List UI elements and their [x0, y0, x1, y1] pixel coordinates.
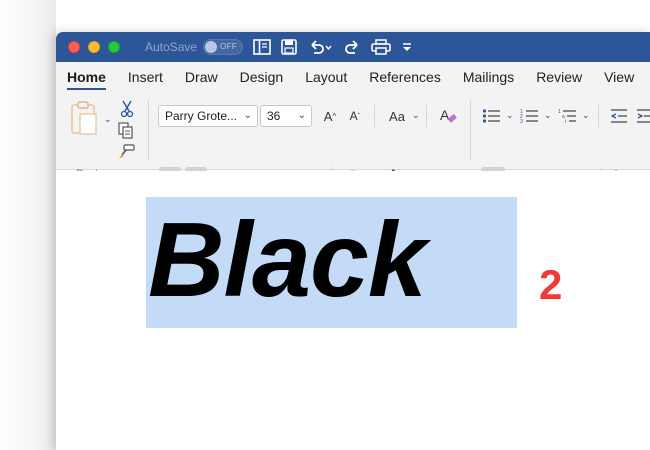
grow-font-label: A — [323, 108, 333, 124]
ribbon-separator — [374, 105, 375, 127]
svg-text:1: 1 — [558, 109, 561, 115]
svg-text:i: i — [565, 119, 566, 124]
ribbon-separator — [148, 100, 149, 160]
font-size-dropdown[interactable]: 36 ⌄ — [260, 105, 312, 127]
multilevel-list-icon[interactable]: 1 a i — [558, 108, 578, 124]
quick-access-toolbar — [253, 39, 413, 55]
copy-icon[interactable] — [118, 122, 134, 140]
selected-word[interactable]: Black — [148, 205, 427, 315]
tab-design[interactable]: Design — [229, 62, 295, 92]
change-case-label: Aa — [389, 108, 405, 124]
document-canvas[interactable]: Black 2 — [56, 171, 650, 450]
word-window: AutoSave OFF Home Insert Draw Design Lay… — [56, 32, 650, 450]
save-icon[interactable] — [281, 39, 297, 55]
shrink-font-button[interactable]: Aˇ — [344, 105, 366, 127]
change-case-button[interactable]: Aa — [384, 105, 410, 127]
undo-icon[interactable] — [307, 39, 333, 55]
ribbon-separator — [426, 105, 427, 127]
font-name-value: Parry Grote... — [165, 109, 238, 123]
tab-draw[interactable]: Draw — [174, 62, 229, 92]
paste-icon[interactable] — [70, 100, 100, 136]
autosave-state: OFF — [220, 42, 237, 51]
ribbon-separator — [598, 105, 599, 127]
ribbon-tabs: Home Insert Draw Design Layout Reference… — [56, 62, 650, 92]
shrink-font-label: A — [349, 109, 358, 123]
chevron-down-icon[interactable]: ⌄ — [412, 110, 420, 121]
paste-dropdown-arrow[interactable]: ⌄ — [104, 114, 112, 125]
sidebar-icon[interactable] — [253, 39, 271, 55]
grow-font-button[interactable]: A ^ — [319, 105, 341, 127]
autosave-toggle[interactable]: OFF — [203, 39, 244, 55]
print-icon[interactable] — [371, 39, 391, 55]
bullets-icon[interactable] — [482, 108, 502, 124]
close-window-button[interactable] — [68, 41, 80, 53]
chevron-down-icon: ⌄ — [243, 110, 252, 121]
chevron-down-icon: ⌄ — [297, 110, 306, 121]
increase-indent-icon[interactable] — [636, 108, 650, 124]
chevron-down-icon[interactable]: ⌄ — [544, 110, 552, 121]
window-controls — [68, 41, 120, 53]
title-bar: AutoSave OFF — [56, 32, 650, 62]
font-size-value: 36 — [267, 109, 281, 123]
tab-insert[interactable]: Insert — [117, 62, 174, 92]
ribbon-separator — [470, 100, 471, 160]
chevron-down-icon[interactable]: ⌄ — [506, 110, 514, 121]
step-number-annotation: 2 — [539, 261, 563, 308]
numbering-icon[interactable]: 1 2 3 — [520, 108, 540, 124]
format-painter-icon[interactable] — [118, 144, 136, 160]
decrease-indent-icon[interactable] — [610, 108, 628, 124]
tab-home[interactable]: Home — [56, 62, 117, 92]
cut-icon[interactable] — [120, 100, 134, 118]
tab-view[interactable]: View — [593, 62, 645, 92]
toggle-knob — [205, 41, 218, 53]
tab-mailings[interactable]: Mailings — [452, 62, 525, 92]
home-ribbon: ⌄ Paste Parry Grote... ⌄ 36 ⌄ — [56, 92, 650, 189]
zoom-window-button[interactable] — [108, 41, 120, 53]
svg-text:A: A — [440, 107, 450, 123]
desktop-background — [0, 0, 56, 450]
tab-review[interactable]: Review — [525, 62, 593, 92]
minimize-window-button[interactable] — [88, 41, 100, 53]
tab-layout[interactable]: Layout — [294, 62, 358, 92]
customize-toolbar-icon[interactable] — [401, 39, 413, 55]
svg-text:3: 3 — [520, 119, 523, 124]
clear-formatting-icon[interactable]: A — [439, 107, 457, 125]
tab-references[interactable]: References — [358, 62, 452, 92]
font-name-dropdown[interactable]: Parry Grote... ⌄ — [158, 105, 258, 127]
autosave-label: AutoSave — [145, 40, 198, 54]
chevron-down-icon[interactable]: ⌄ — [582, 110, 590, 121]
redo-icon[interactable] — [343, 39, 361, 55]
